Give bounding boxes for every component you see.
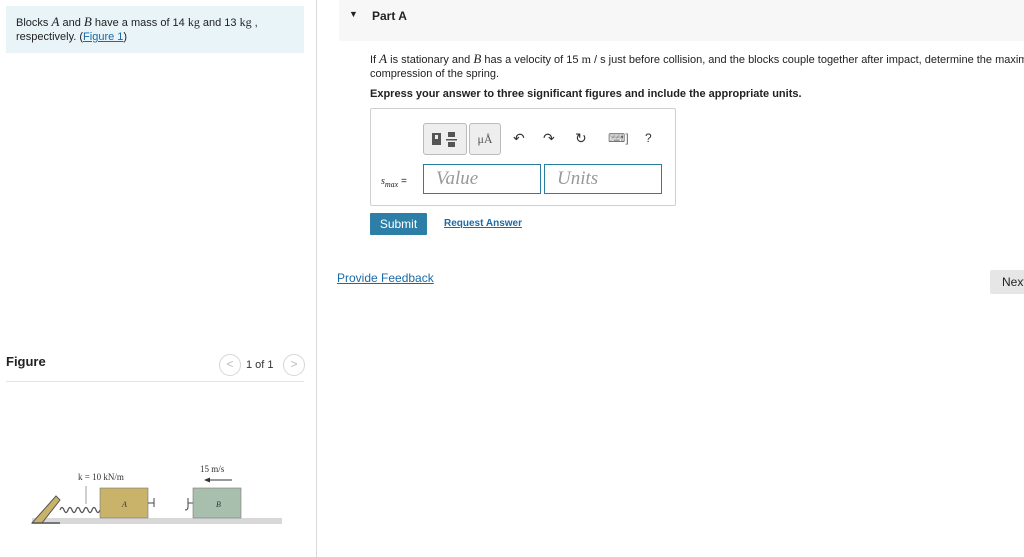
figure-image: k = 10 kN/m A B 15 m/s <box>30 464 282 524</box>
question-text-part: is stationary and <box>387 54 474 66</box>
problem-text-part: have a mass of 14 <box>91 17 188 29</box>
provide-feedback-link[interactable]: Provide Feedback <box>337 271 434 285</box>
template-slot-icon <box>435 135 438 139</box>
template-numerator-icon <box>448 132 455 137</box>
figure-link[interactable]: Figure 1 <box>83 31 123 43</box>
templates-button[interactable] <box>423 123 467 155</box>
velocity-arrowhead <box>204 477 210 483</box>
help-icon[interactable]: ? <box>645 131 652 145</box>
keyboard-icon[interactable]: ⌨] <box>608 131 629 145</box>
redo-icon[interactable]: ↷ <box>543 130 555 147</box>
problem-text-part: and 13 <box>199 17 240 29</box>
unit-kg: kg <box>187 15 200 29</box>
ground-surface <box>32 518 282 524</box>
answer-box: μÅ ↶ ↷ ↻ ⌨] ? smax = Value Units <box>370 108 676 206</box>
problem-text: Blocks A and B have a mass of 14 kg and … <box>16 15 296 44</box>
var-subscript: max <box>384 180 399 189</box>
figure-count: 1 of 1 <box>246 359 274 371</box>
velocity-label: 15 m/s <box>200 464 225 474</box>
var-b: B <box>83 14 92 29</box>
problem-text-part: , <box>251 17 258 29</box>
problem-text-part: ) <box>123 31 128 43</box>
question-text-part: compression of the spring. <box>370 68 500 80</box>
templates-icon <box>432 132 457 147</box>
submit-button[interactable]: Submit <box>370 213 427 235</box>
units-input[interactable]: Units <box>544 164 662 194</box>
part-title: Part A <box>372 9 407 23</box>
answer-variable-label: smax = <box>381 176 407 189</box>
problem-text-part: respectively. ( <box>16 31 84 43</box>
question-text: If A is stationary and B has a velocity … <box>370 52 1024 81</box>
problem-statement: Blocks A and B have a mass of 14 kg and … <box>6 6 304 53</box>
spring <box>59 506 101 514</box>
spring-label: k = 10 kN/m <box>78 472 124 482</box>
collapse-arrow-icon[interactable]: ▼ <box>349 9 358 19</box>
problem-text-part: and <box>59 17 84 29</box>
template-denominator-icon <box>448 142 455 147</box>
fraction-bar-icon <box>446 139 457 141</box>
right-panel: ▼ Part A If A is stationary and B has a … <box>317 0 1024 557</box>
undo-icon[interactable]: ↶ <box>513 130 525 147</box>
reset-icon[interactable]: ↻ <box>575 130 587 147</box>
units-symbol-button[interactable]: μÅ <box>469 123 501 155</box>
coupler-a <box>148 498 155 507</box>
value-input[interactable]: Value <box>423 164 541 194</box>
prev-figure-button[interactable]: < <box>219 354 241 376</box>
question-text-part: has a velocity of 15 <box>481 54 582 66</box>
question-text-part: If <box>370 54 380 66</box>
divider <box>6 381 304 382</box>
part-header[interactable]: ▼ Part A <box>339 0 1024 41</box>
block-b-label: B <box>216 500 221 509</box>
instructions: Express your answer to three significant… <box>370 88 802 100</box>
question-text-part: / s just before collision, and the block… <box>590 54 1024 66</box>
figure-heading: Figure <box>6 354 46 369</box>
unit-kg: kg <box>239 15 252 29</box>
request-answer-link[interactable]: Request Answer <box>444 218 522 229</box>
block-a-label: A <box>121 500 127 509</box>
left-panel: Blocks A and B have a mass of 14 kg and … <box>0 0 317 557</box>
figure-pager: < 1 of 1 > <box>218 354 305 376</box>
problem-text-part: Blocks <box>16 17 52 29</box>
var-a: A <box>379 51 388 66</box>
unit-m: m <box>581 52 591 66</box>
coupler-b <box>184 498 193 511</box>
equals-sign: = <box>398 176 407 187</box>
next-button[interactable]: Next <box>990 270 1024 294</box>
next-figure-button[interactable]: > <box>283 354 305 376</box>
